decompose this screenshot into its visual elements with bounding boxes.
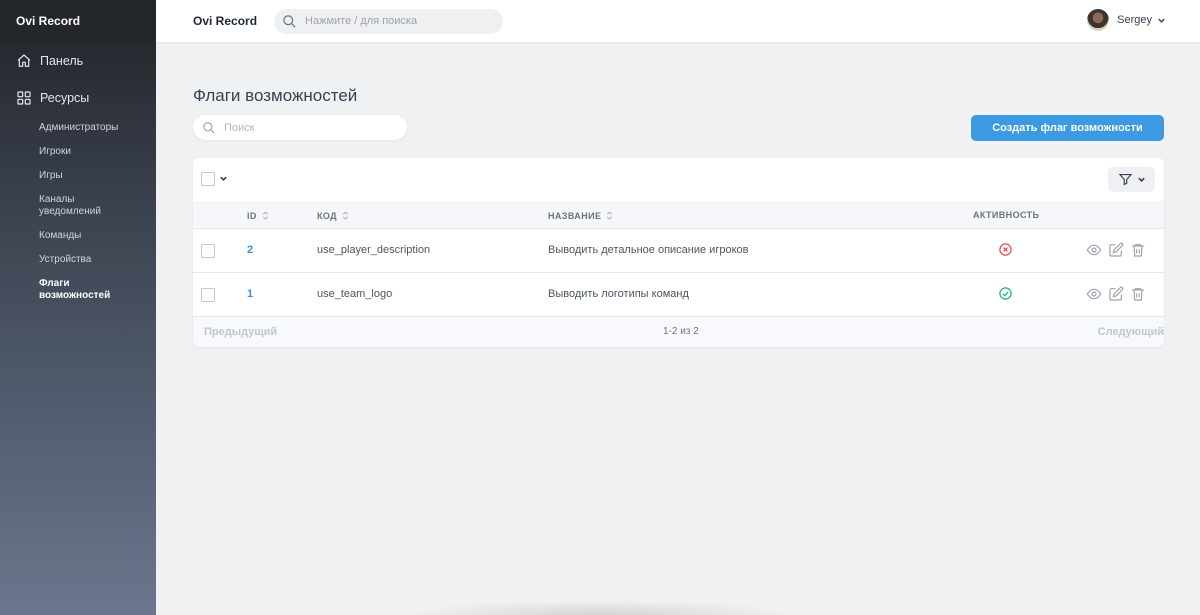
- chevron-down-icon[interactable]: [219, 174, 228, 183]
- view-eye-icon[interactable]: [1086, 286, 1102, 302]
- row-code: use_team_logo: [317, 288, 393, 300]
- edit-icon[interactable]: [1108, 242, 1124, 258]
- sidebar-brand[interactable]: Ovi Record: [0, 0, 156, 42]
- sidebar: Ovi Record Панель Ресурсы Администраторы…: [0, 0, 156, 615]
- row-checkbox[interactable]: [201, 244, 215, 258]
- sidebar-item-players[interactable]: Игроки: [0, 146, 156, 158]
- row-actions: [1086, 286, 1146, 302]
- row-code: use_player_description: [317, 244, 431, 256]
- avatar: [1087, 9, 1110, 31]
- column-label: ID: [247, 210, 257, 221]
- resource-search-input[interactable]: [224, 121, 394, 134]
- search-icon: [283, 14, 296, 28]
- delete-trash-icon[interactable]: [1130, 242, 1146, 258]
- sidebar-item-teams[interactable]: Команды: [0, 230, 156, 242]
- active-check-circle-icon: [999, 287, 1012, 300]
- create-feature-flag-button[interactable]: Создать флаг возможности: [971, 115, 1164, 141]
- pagination-info: 1-2 из 2: [663, 326, 699, 337]
- next-page-button[interactable]: Следующий: [1064, 326, 1164, 338]
- sidebar-item-dashboard[interactable]: Панель: [0, 42, 156, 79]
- sidebar-item-label: Панель: [40, 53, 84, 68]
- column-label: АКТИВНОСТЬ: [973, 210, 1040, 220]
- sort-icon: [607, 211, 613, 220]
- view-eye-icon[interactable]: [1086, 242, 1102, 258]
- row-title: Выводить детальное описание игроков: [548, 244, 749, 256]
- sort-icon: [342, 211, 349, 220]
- table-row: 2 use_player_description Выводить деталь…: [193, 229, 1164, 273]
- user-name: Sergey: [1117, 14, 1152, 26]
- grid-icon: [17, 90, 31, 105]
- column-label: КОД: [317, 210, 337, 221]
- prev-page-button[interactable]: Предыдущий: [204, 326, 277, 338]
- bottom-shadow: [400, 600, 800, 615]
- header-brand[interactable]: Ovi Record: [193, 14, 257, 28]
- sidebar-item-notification-channels[interactable]: Каналы уведомлений: [0, 194, 110, 218]
- row-id-link[interactable]: 1: [247, 288, 253, 300]
- page-title: Флаги возможностей: [193, 86, 358, 105]
- sidebar-item-admins[interactable]: Администраторы: [0, 122, 156, 134]
- sidebar-item-label: Ресурсы: [40, 90, 90, 105]
- column-label: НАЗВАНИЕ: [548, 210, 602, 221]
- inactive-x-circle-icon: [999, 243, 1012, 256]
- resource-table-card: ID КОД НАЗВАНИЕ АКТИВНОСТЬ 2 use_player_…: [193, 158, 1164, 347]
- delete-trash-icon[interactable]: [1130, 286, 1146, 302]
- table-header: ID КОД НАЗВАНИЕ АКТИВНОСТЬ: [193, 201, 1164, 229]
- table-toolbar: [193, 158, 1164, 201]
- filter-icon: [1118, 173, 1132, 186]
- column-title[interactable]: НАЗВАНИЕ: [548, 210, 613, 221]
- sidebar-item-games[interactable]: Игры: [0, 170, 156, 182]
- column-id[interactable]: ID: [247, 210, 269, 221]
- global-search-input[interactable]: [305, 15, 486, 27]
- chevron-down-icon: [1137, 177, 1145, 182]
- pagination: Предыдущий 1-2 из 2 Следующий: [193, 317, 1164, 347]
- top-header: Ovi Record Sergey: [156, 0, 1200, 42]
- row-title: Выводить логотипы команд: [548, 288, 689, 300]
- row-actions: [1086, 242, 1146, 258]
- chevron-down-icon: [1158, 18, 1165, 23]
- sort-icon: [262, 211, 268, 220]
- resource-search[interactable]: [193, 115, 407, 140]
- row-checkbox[interactable]: [201, 288, 215, 302]
- edit-icon[interactable]: [1108, 286, 1124, 302]
- sidebar-subnav: Администраторы Игроки Игры Каналы уведом…: [0, 122, 156, 302]
- column-active: АКТИВНОСТЬ: [973, 210, 1039, 220]
- table-row: 1 use_team_logo Выводить логотипы команд: [193, 273, 1164, 317]
- column-code[interactable]: КОД: [317, 210, 349, 221]
- home-icon: [17, 53, 31, 67]
- row-id-link[interactable]: 2: [247, 244, 253, 256]
- select-all-checkbox[interactable]: [201, 172, 215, 186]
- sidebar-item-feature-flags[interactable]: Флаги возможностей: [0, 278, 110, 302]
- sidebar-item-resources[interactable]: Ресурсы: [0, 79, 156, 116]
- sidebar-item-devices[interactable]: Устройства: [0, 254, 156, 266]
- user-menu[interactable]: Sergey: [1087, 9, 1166, 31]
- filter-button[interactable]: [1108, 167, 1155, 192]
- global-search[interactable]: [274, 8, 504, 34]
- search-icon: [203, 121, 215, 134]
